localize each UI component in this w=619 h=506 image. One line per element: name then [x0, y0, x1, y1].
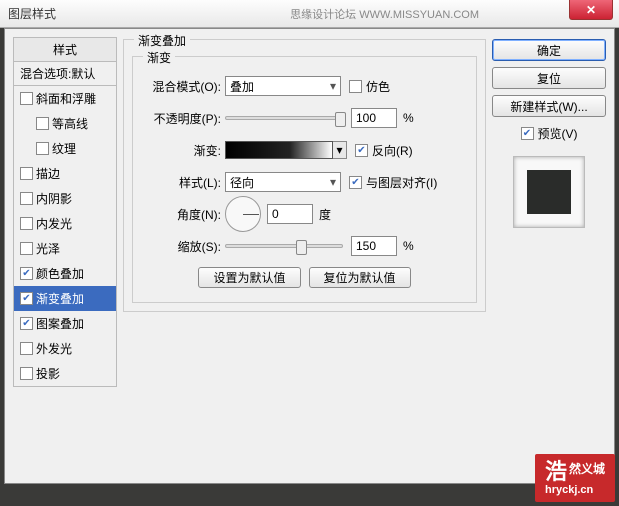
- checkbox-icon: [20, 167, 33, 180]
- style-item-label: 投影: [36, 365, 60, 382]
- checkbox-icon: [20, 242, 33, 255]
- blend-options-row[interactable]: 混合选项:默认: [13, 62, 117, 86]
- style-item[interactable]: 纹理: [14, 136, 116, 161]
- styles-header[interactable]: 样式: [13, 37, 117, 62]
- checkbox-icon: ✔: [521, 127, 534, 140]
- window-title: 图层样式: [8, 5, 56, 22]
- gradient-label: 渐变:: [143, 142, 225, 159]
- scale-label: 缩放(S):: [143, 238, 225, 255]
- opacity-label: 不透明度(P):: [143, 110, 225, 127]
- gradient-dropdown[interactable]: ▾: [333, 141, 347, 159]
- percent-label: %: [403, 111, 414, 125]
- dialog-body: 样式 混合选项:默认 斜面和浮雕等高线纹理描边内阴影内发光光泽✔颜色叠加✔渐变叠…: [4, 28, 615, 484]
- angle-label: 角度(N):: [143, 206, 225, 223]
- set-default-button[interactable]: 设置为默认值: [198, 267, 300, 288]
- style-item[interactable]: ✔图案叠加: [14, 311, 116, 336]
- ok-button[interactable]: 确定: [492, 39, 606, 61]
- percent-label: %: [403, 239, 414, 253]
- close-button[interactable]: ✕: [569, 0, 613, 20]
- style-item[interactable]: ✔颜色叠加: [14, 261, 116, 286]
- blend-mode-select[interactable]: 叠加: [225, 76, 341, 96]
- inner-group-title: 渐变: [143, 49, 175, 66]
- checkbox-icon: [36, 142, 49, 155]
- style-item-label: 颜色叠加: [36, 265, 84, 282]
- angle-unit: 度: [319, 206, 331, 223]
- gradient-picker[interactable]: [225, 141, 333, 159]
- styles-panel: 样式 混合选项:默认 斜面和浮雕等高线纹理描边内阴影内发光光泽✔颜色叠加✔渐变叠…: [13, 37, 117, 475]
- gradient-overlay-group: 渐变叠加 渐变 混合模式(O): 叠加 仿色 不透明度(P): 100 % 渐变…: [123, 39, 486, 312]
- style-item[interactable]: 内发光: [14, 211, 116, 236]
- preview-box: [513, 156, 585, 228]
- titlebar: 图层样式 思缘设计论坛 WWW.MISSYUAN.COM ✕: [0, 0, 619, 28]
- close-icon: ✕: [586, 3, 596, 17]
- chevron-down-icon: ▾: [336, 143, 342, 157]
- new-style-button[interactable]: 新建样式(W)...: [492, 95, 606, 117]
- style-item[interactable]: 斜面和浮雕: [14, 86, 116, 111]
- style-item[interactable]: 描边: [14, 161, 116, 186]
- style-select[interactable]: 径向: [225, 172, 341, 192]
- style-item-label: 斜面和浮雕: [36, 90, 96, 107]
- window-subtitle: 思缘设计论坛 WWW.MISSYUAN.COM: [290, 6, 479, 22]
- style-item-label: 纹理: [52, 140, 76, 157]
- angle-dial[interactable]: [225, 196, 261, 232]
- preview-image: [527, 170, 571, 214]
- style-item-label: 渐变叠加: [36, 290, 84, 307]
- style-item[interactable]: 光泽: [14, 236, 116, 261]
- style-item-label: 描边: [36, 165, 60, 182]
- checkbox-icon: [20, 192, 33, 205]
- align-checkbox[interactable]: ✔与图层对齐(I): [349, 174, 437, 191]
- reset-button[interactable]: 复位: [492, 67, 606, 89]
- checkbox-icon: ✔: [20, 292, 33, 305]
- checkbox-icon: ✔: [349, 176, 362, 189]
- style-item[interactable]: ✔渐变叠加: [14, 286, 116, 311]
- style-list: 斜面和浮雕等高线纹理描边内阴影内发光光泽✔颜色叠加✔渐变叠加✔图案叠加外发光投影: [13, 86, 117, 387]
- style-item-label: 外发光: [36, 340, 72, 357]
- checkbox-icon: [20, 92, 33, 105]
- style-item-label: 图案叠加: [36, 315, 84, 332]
- checkbox-icon: ✔: [355, 144, 368, 157]
- style-item[interactable]: 内阴影: [14, 186, 116, 211]
- checkbox-icon: [20, 342, 33, 355]
- angle-input[interactable]: 0: [267, 204, 313, 224]
- settings-panel: 渐变叠加 渐变 混合模式(O): 叠加 仿色 不透明度(P): 100 % 渐变…: [123, 37, 486, 475]
- style-item[interactable]: 投影: [14, 361, 116, 386]
- style-item-label: 等高线: [52, 115, 88, 132]
- style-item-label: 内阴影: [36, 190, 72, 207]
- scale-slider[interactable]: [225, 244, 343, 248]
- style-item-label: 内发光: [36, 215, 72, 232]
- preview-checkbox[interactable]: ✔预览(V): [492, 125, 606, 142]
- scale-input[interactable]: 150: [351, 236, 397, 256]
- style-item-label: 光泽: [36, 240, 60, 257]
- gradient-group: 渐变 混合模式(O): 叠加 仿色 不透明度(P): 100 % 渐变: ▾ ✔: [132, 56, 477, 303]
- checkbox-icon: [20, 367, 33, 380]
- opacity-slider[interactable]: [225, 116, 343, 120]
- opacity-input[interactable]: 100: [351, 108, 397, 128]
- checkbox-icon: [20, 217, 33, 230]
- checkbox-icon: [36, 117, 49, 130]
- reset-default-button[interactable]: 复位为默认值: [309, 267, 411, 288]
- checkbox-icon: ✔: [20, 317, 33, 330]
- reverse-checkbox[interactable]: ✔反向(R): [355, 142, 413, 159]
- checkbox-icon: [349, 80, 362, 93]
- group-title: 渐变叠加: [134, 32, 190, 49]
- action-panel: 确定 复位 新建样式(W)... ✔预览(V): [492, 37, 606, 475]
- style-item[interactable]: 等高线: [14, 111, 116, 136]
- style-item[interactable]: 外发光: [14, 336, 116, 361]
- checkbox-icon: ✔: [20, 267, 33, 280]
- dither-checkbox[interactable]: 仿色: [349, 78, 390, 95]
- blend-mode-label: 混合模式(O):: [143, 78, 225, 95]
- watermark: 浩 然义城 hryckj.cn: [535, 454, 615, 502]
- style-label: 样式(L):: [143, 174, 225, 191]
